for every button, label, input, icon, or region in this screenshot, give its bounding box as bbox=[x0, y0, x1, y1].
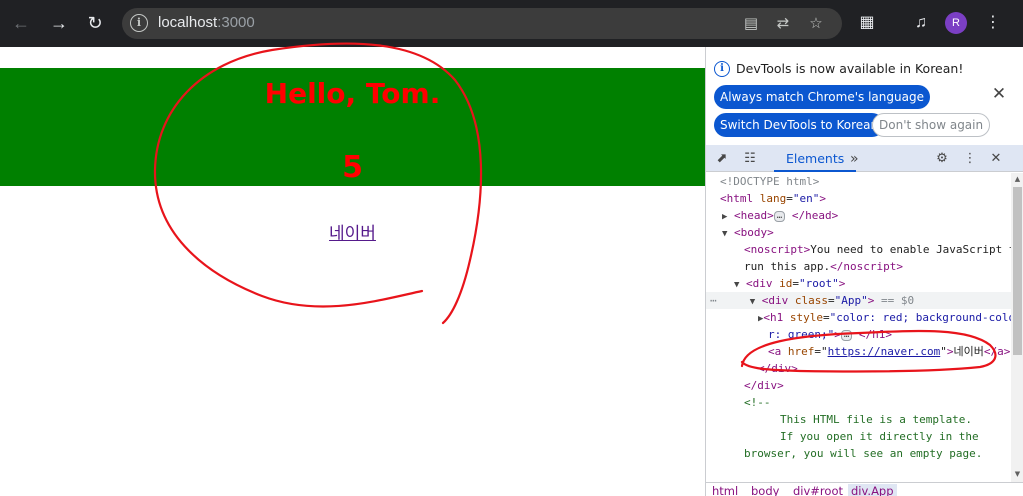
div-root-val: "root" bbox=[799, 277, 839, 290]
div-app-attr: class bbox=[794, 294, 829, 307]
page-viewport: Hello, Tom. 5 네이버 bbox=[0, 47, 705, 496]
language-banner: i DevTools is now available in Korean! A… bbox=[706, 47, 1023, 145]
dom-comment-line-2[interactable]: If you open it directly in the bbox=[780, 428, 1011, 445]
dom-h1-cont[interactable]: r: green;">… </h1> bbox=[768, 326, 1011, 343]
comment-open: <!-- bbox=[744, 396, 771, 409]
h1-val-1: "color: red; background-colo bbox=[829, 311, 1011, 324]
scroll-down-icon[interactable]: ▼ bbox=[1013, 470, 1022, 479]
site-info-icon[interactable]: i bbox=[130, 14, 148, 32]
naver-link[interactable]: 네이버 bbox=[329, 224, 376, 244]
head-tag: head bbox=[740, 209, 768, 222]
dom-html-node[interactable]: <html lang="en"> bbox=[720, 190, 1011, 207]
inspect-element-icon[interactable]: ⬈ bbox=[712, 149, 732, 169]
div-close-tag: div bbox=[757, 379, 778, 392]
noscript-text-1: You need to enable JavaScript to bbox=[810, 243, 1011, 256]
noscript-close-tag: noscript bbox=[843, 260, 897, 273]
profile-avatar[interactable]: R bbox=[945, 12, 967, 34]
dom-div-app-selected[interactable]: ⋯ ▼ <div class="App"> == $0 bbox=[706, 292, 1011, 309]
html-attr-val: "en" bbox=[792, 192, 820, 205]
doctype-text: <!DOCTYPE html> bbox=[720, 175, 820, 188]
collapse-arrow-icon[interactable]: ▼ bbox=[734, 280, 739, 290]
greeting-text: Hello, Tom. bbox=[264, 77, 441, 110]
body-tag: body bbox=[740, 226, 768, 239]
dom-div-root-close[interactable]: </div> bbox=[744, 377, 1011, 394]
scrollbar-thumb[interactable] bbox=[1013, 187, 1022, 355]
app-heading: Hello, Tom. 5 bbox=[0, 68, 705, 186]
install-app-icon[interactable]: ▤ bbox=[740, 13, 762, 35]
breadcrumb-div-app[interactable]: div.App bbox=[848, 484, 897, 496]
media-queue-icon[interactable]: ♫ bbox=[910, 12, 932, 34]
naver-link-wrap: 네이버 bbox=[0, 219, 705, 244]
dont-show-again-button[interactable]: Don't show again bbox=[872, 113, 991, 137]
extensions-icon[interactable]: ▦ bbox=[856, 12, 878, 34]
breadcrumb-html[interactable]: html bbox=[712, 484, 738, 496]
noscript-text-2: run this app. bbox=[744, 260, 831, 273]
noscript-tag: noscript bbox=[750, 243, 804, 256]
dom-comment-line-1[interactable]: This HTML file is a template. bbox=[780, 411, 1011, 428]
back-arrow-icon[interactable]: ← bbox=[10, 12, 32, 34]
comment-text-1: This HTML file is a template. bbox=[780, 413, 973, 426]
dom-tree: <!DOCTYPE html> <html lang="en"> ▶ <head… bbox=[706, 173, 1011, 482]
count-text: 5 bbox=[342, 150, 363, 185]
dom-comment-open[interactable]: <!-- bbox=[744, 394, 1011, 411]
html-attr: lang bbox=[759, 192, 787, 205]
address-bar[interactable]: i localhost:3000 ▤ ⇄ ☆ bbox=[122, 8, 842, 39]
dom-doctype[interactable]: <!DOCTYPE html> bbox=[720, 173, 1011, 190]
url-port: :3000 bbox=[217, 14, 255, 31]
translate-icon[interactable]: ⇄ bbox=[772, 13, 794, 35]
switch-devtools-korean-button[interactable]: Switch DevTools to Korean bbox=[714, 113, 885, 137]
div-root-attr: id bbox=[779, 277, 793, 290]
bookmark-star-icon[interactable]: ☆ bbox=[805, 13, 827, 35]
breadcrumb-div-root[interactable]: div#root bbox=[793, 484, 843, 496]
head-close-tag: head bbox=[805, 209, 832, 222]
dom-a-node[interactable]: <a href="https://naver.com">네이버</a> bbox=[768, 343, 1011, 360]
more-tabs-icon[interactable]: » bbox=[850, 149, 859, 169]
h1-val-2: r: green;" bbox=[768, 328, 835, 341]
kebab-menu-icon[interactable]: ⋮ bbox=[982, 12, 1004, 34]
a-href-link[interactable]: https://naver.com bbox=[828, 345, 941, 358]
dom-h1-node[interactable]: ▶<h1 style="color: red; background-colo bbox=[758, 309, 1011, 326]
dom-head-node[interactable]: ▶ <head>… </head> bbox=[722, 207, 1011, 224]
forward-arrow-icon[interactable]: → bbox=[48, 12, 70, 34]
div-close-tag: div bbox=[771, 362, 792, 375]
scroll-up-icon[interactable]: ▲ bbox=[1013, 175, 1022, 184]
breadcrumb: html body div#root div.App bbox=[706, 482, 1023, 496]
reload-icon[interactable]: ↻ bbox=[84, 12, 106, 34]
dom-noscript-cont[interactable]: run this app.</noscript> bbox=[744, 258, 1011, 275]
expand-arrow-icon[interactable]: ▶ bbox=[722, 212, 727, 222]
a-attr: href bbox=[787, 345, 815, 358]
tab-elements[interactable]: Elements bbox=[774, 145, 857, 172]
comment-text-2: If you open it directly in the bbox=[780, 430, 979, 443]
device-toolbar-icon[interactable]: ☷ bbox=[740, 149, 760, 169]
kebab-menu-icon[interactable]: ⋮ bbox=[960, 149, 980, 169]
h1-attr: style bbox=[789, 311, 824, 324]
selected-marker: == $0 bbox=[881, 294, 915, 307]
info-icon: i bbox=[714, 61, 730, 77]
collapse-arrow-icon[interactable]: ▼ bbox=[750, 297, 755, 307]
div-app-val: "App" bbox=[834, 294, 868, 307]
dom-div-app-close[interactable]: </div> bbox=[758, 360, 1011, 377]
ellipsis-badge[interactable]: … bbox=[840, 329, 853, 341]
dom-comment-line-3[interactable]: browser, you will see an empty page. bbox=[744, 445, 1011, 462]
ellipsis-badge[interactable]: … bbox=[773, 210, 786, 222]
html-tag: html bbox=[726, 192, 754, 205]
address-url[interactable]: localhost:3000 bbox=[158, 14, 255, 31]
gear-icon[interactable]: ⚙ bbox=[932, 149, 952, 169]
breadcrumb-body[interactable]: body bbox=[751, 484, 779, 496]
dom-scrollbar[interactable]: ▲ ▼ bbox=[1011, 173, 1023, 482]
banner-text: DevTools is now available in Korean! bbox=[736, 61, 964, 76]
dom-noscript-node[interactable]: <noscript>You need to enable JavaScript … bbox=[744, 241, 1011, 258]
comment-text-3: browser, you will see an empty page. bbox=[744, 447, 983, 460]
a-text: 네이버 bbox=[953, 345, 984, 358]
devtools-tabbar: ⬈ ☷ Elements » ⚙ ⋮ ✕ bbox=[706, 145, 1023, 172]
browser-toolbar: ← → ↻ i localhost:3000 ▤ ⇄ ☆ ▦ ♫ R ⋮ bbox=[0, 0, 1023, 47]
collapse-arrow-icon[interactable]: ▼ bbox=[722, 229, 727, 239]
url-host: localhost bbox=[158, 14, 218, 31]
close-icon[interactable]: ✕ bbox=[990, 85, 1008, 103]
dom-div-root[interactable]: ▼ <div id="root"> bbox=[734, 275, 1011, 292]
close-devtools-icon[interactable]: ✕ bbox=[986, 149, 1006, 169]
devtools-panel: i DevTools is now available in Korean! A… bbox=[705, 47, 1023, 496]
always-match-language-button[interactable]: Always match Chrome's language bbox=[714, 85, 930, 109]
dom-body-node[interactable]: ▼ <body> bbox=[722, 224, 1011, 241]
